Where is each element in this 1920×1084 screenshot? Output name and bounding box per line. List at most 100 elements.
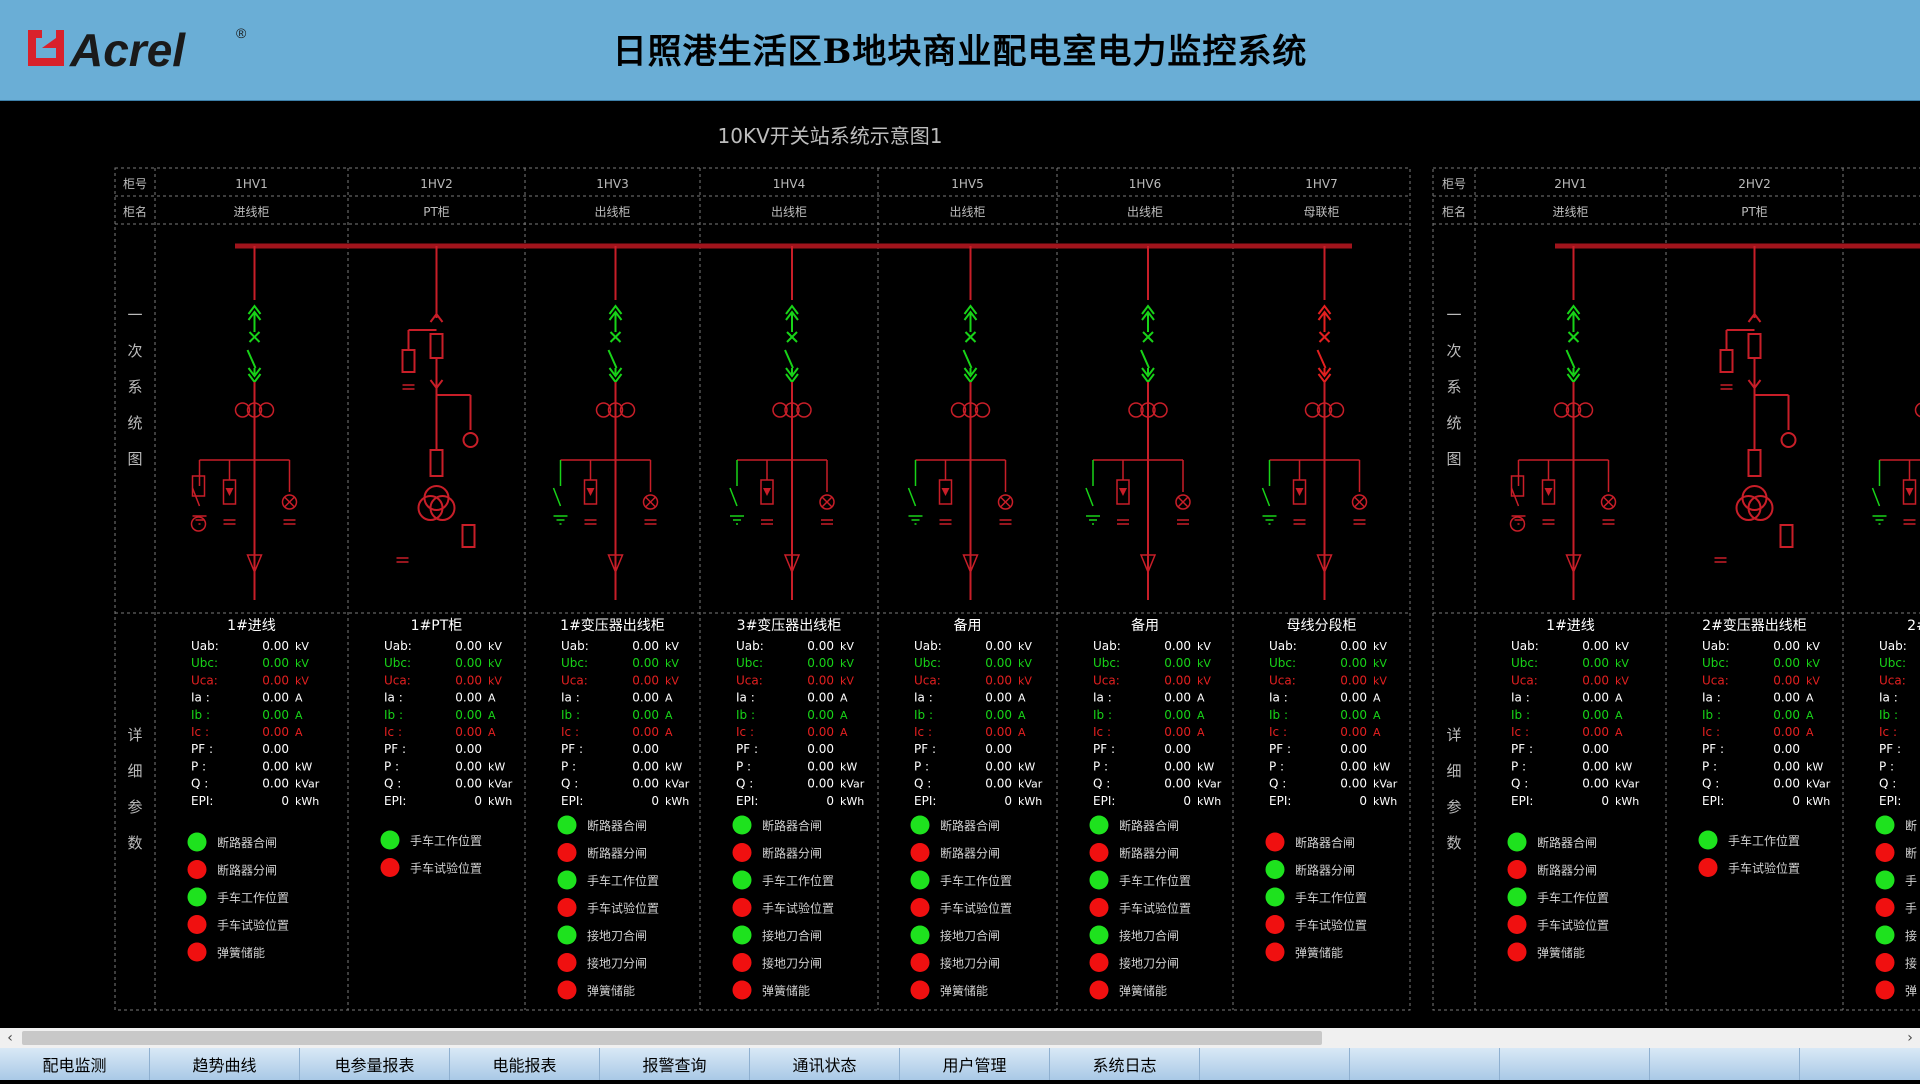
status-label: 手 xyxy=(1905,874,1917,888)
menu-energy-report[interactable]: 电能报表 xyxy=(450,1048,600,1080)
section-label-params: 详 xyxy=(127,726,142,744)
menu-empty-slot xyxy=(1200,1048,1350,1080)
status-led-icon xyxy=(1508,943,1527,962)
section-label-primary: 图 xyxy=(1446,450,1461,468)
scroll-right-icon[interactable]: › xyxy=(1900,1028,1920,1048)
param-label: EPI: xyxy=(561,794,583,808)
menu-comm-status[interactable]: 通讯状态 xyxy=(750,1048,900,1080)
param-value: 0.00 xyxy=(1340,759,1367,773)
status-label: 接地刀合闸 xyxy=(940,928,1000,943)
section-label-primary: 系 xyxy=(1446,378,1461,396)
param-unit: kWh xyxy=(840,795,864,808)
param-unit: kW xyxy=(840,760,857,773)
param-label: PF : xyxy=(384,742,406,756)
status-label: 接 xyxy=(1905,928,1917,943)
menu-parameter-report[interactable]: 电参量报表 xyxy=(300,1048,450,1080)
status-label: 手车试验位置 xyxy=(940,901,1012,916)
param-label: Ubc: xyxy=(1269,656,1296,670)
status-led-icon xyxy=(1699,831,1718,850)
param-label: Ic : xyxy=(1879,725,1897,739)
param-label: Ib : xyxy=(384,708,403,722)
param-value: 0.00 xyxy=(1582,759,1609,773)
param-value: 0.00 xyxy=(1164,725,1191,739)
panel-type: 出线柜 xyxy=(594,205,630,219)
pt-fuse-icon xyxy=(1749,450,1761,476)
param-value: 0.00 xyxy=(807,742,834,756)
param-value: 0.00 xyxy=(632,673,659,687)
param-value: 0.00 xyxy=(1582,639,1609,653)
status-label: 断路器合闸 xyxy=(587,818,647,833)
param-label: Ubc: xyxy=(736,656,763,670)
status-label: 断路器分闸 xyxy=(1295,863,1355,878)
surge-arrester-icon xyxy=(942,488,950,496)
param-value: 0.00 xyxy=(985,725,1012,739)
param-value: 0.00 xyxy=(985,639,1012,653)
status-label: 手车工作位置 xyxy=(762,873,834,888)
param-label: EPI: xyxy=(736,794,758,808)
section-label-primary: 次 xyxy=(1446,342,1461,360)
scroll-left-icon[interactable]: ‹ xyxy=(0,1028,20,1048)
param-label: Uca: xyxy=(384,673,411,687)
status-label: 弹簧储能 xyxy=(1295,945,1343,960)
breaker-blade-icon xyxy=(248,350,256,368)
param-unit: kVar xyxy=(488,778,513,791)
param-unit: kV xyxy=(1018,640,1032,653)
param-value: 0.00 xyxy=(1773,725,1800,739)
status-led-icon xyxy=(1508,860,1527,879)
param-value: 0.00 xyxy=(632,742,659,756)
section-label-params: 细 xyxy=(1446,762,1461,780)
status-label: 手车工作位置 xyxy=(217,890,289,905)
menu-trend-curve[interactable]: 趋势曲线 xyxy=(150,1048,300,1080)
param-value: 0.00 xyxy=(262,708,289,722)
param-value: 0.00 xyxy=(262,759,289,773)
param-label: EPI: xyxy=(191,794,213,808)
param-value: 0.00 xyxy=(807,759,834,773)
menu-system-log[interactable]: 系统日志 xyxy=(1050,1048,1200,1080)
param-unit: kVar xyxy=(1197,778,1222,791)
param-value: 0.00 xyxy=(1582,708,1609,722)
status-led-icon xyxy=(911,843,930,862)
param-label: Ubc: xyxy=(384,656,411,670)
param-unit: A xyxy=(840,692,848,705)
panel-number: 1HV4 xyxy=(773,177,806,191)
param-unit: kV xyxy=(1806,674,1820,687)
param-label: Uca: xyxy=(191,673,218,687)
current-transformer-icon xyxy=(1916,403,1920,417)
param-unit: kWh xyxy=(1615,795,1639,808)
surge-arrester-icon xyxy=(1296,488,1304,496)
param-unit: kV xyxy=(840,640,854,653)
status-label: 接地刀分闸 xyxy=(940,956,1000,971)
param-value: 0.00 xyxy=(1773,673,1800,687)
menu-alarm-query[interactable]: 报警查询 xyxy=(600,1048,750,1080)
panel-type: 出线柜 xyxy=(949,205,985,219)
param-value: 0.00 xyxy=(1582,673,1609,687)
param-value: 0.00 xyxy=(1582,742,1609,756)
horizontal-scrollbar[interactable]: ‹ › xyxy=(0,1028,1920,1048)
menu-user-management[interactable]: 用户管理 xyxy=(900,1048,1050,1080)
param-unit: kW xyxy=(1197,760,1214,773)
param-label: Ubc: xyxy=(1093,656,1120,670)
param-value: 0.00 xyxy=(455,656,482,670)
panel-name: 母线分段柜 xyxy=(1287,618,1357,634)
status-led-icon xyxy=(733,871,752,890)
status-led-icon xyxy=(1876,898,1895,917)
param-unit: kVar xyxy=(295,778,320,791)
menu-distribution-monitor[interactable]: 配电监测 xyxy=(0,1048,150,1080)
param-value: 0.00 xyxy=(1340,673,1367,687)
param-value: 0.00 xyxy=(632,708,659,722)
status-led-icon xyxy=(558,871,577,890)
param-unit: kW xyxy=(665,760,682,773)
status-label: 断路器合闸 xyxy=(1295,835,1355,850)
param-unit: kV xyxy=(665,640,679,653)
scroll-thumb[interactable] xyxy=(22,1031,1322,1045)
param-unit: A xyxy=(840,726,848,739)
param-unit: kW xyxy=(1018,760,1035,773)
indicator-lamp-icon xyxy=(1782,433,1796,447)
status-label: 断 xyxy=(1905,818,1917,833)
param-value: 0.00 xyxy=(807,708,834,722)
param-value: 0.00 xyxy=(262,656,289,670)
panel-number: 2HV1 xyxy=(1554,177,1587,191)
param-label: P : xyxy=(191,759,206,773)
status-led-icon xyxy=(911,953,930,972)
status-label: 手车工作位置 xyxy=(940,873,1012,888)
